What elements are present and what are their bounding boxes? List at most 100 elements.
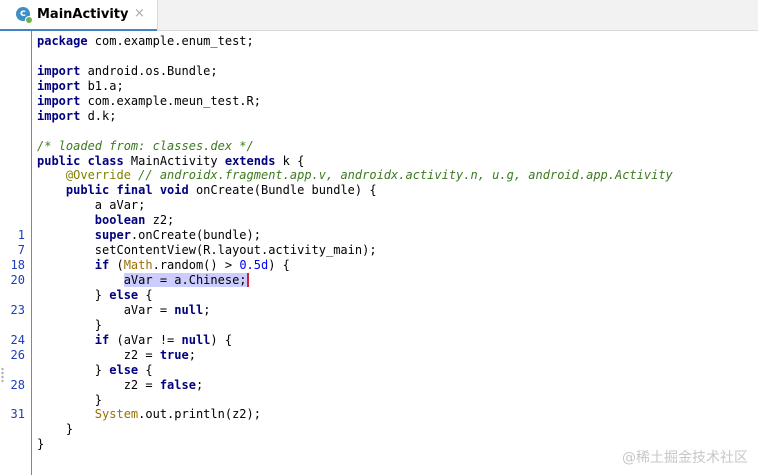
- code-token: {: [138, 287, 153, 302]
- code-line: }: [37, 422, 758, 437]
- code-line: 23 aVar = null;: [11, 302, 758, 318]
- code-number: 0.5d: [239, 258, 269, 273]
- code-token: ) {: [268, 258, 290, 273]
- code-token: }: [94, 362, 110, 377]
- code-line: import b1.a;: [37, 79, 758, 94]
- code-token: true: [159, 347, 189, 362]
- class-c-icon: c: [16, 7, 33, 24]
- code-annotation: @Override: [65, 168, 131, 183]
- code-token: null: [181, 332, 211, 347]
- line-number: 1: [17, 228, 25, 243]
- line-number: 18: [10, 258, 25, 273]
- code-token: .onCreate(bundle);: [130, 228, 261, 243]
- code-token: public final void: [65, 183, 189, 198]
- code-line: public class MainActivity extends k {: [37, 154, 758, 169]
- watermark: @稀土掘金技术社区: [622, 450, 748, 466]
- code-line: boolean z2;: [37, 213, 758, 228]
- code-token: onCreate(Bundle bundle) {: [188, 183, 377, 198]
- code-editor[interactable]: package com.example.enum_test; import an…: [11, 34, 758, 452]
- code-token: z2;: [145, 213, 175, 228]
- code-token: ;: [203, 302, 211, 317]
- code-token: import: [37, 93, 81, 108]
- code-token: if: [94, 332, 110, 347]
- code-line-selected: 20 aVar = a.Chinese;: [11, 273, 758, 288]
- code-line: }: [37, 318, 758, 333]
- line-number: 23: [10, 302, 25, 317]
- code-token: }: [65, 422, 74, 437]
- code-comment: /* loaded from: classes.dex */: [37, 138, 254, 153]
- code-token: package: [37, 34, 88, 48]
- gutter-divider: [31, 31, 32, 475]
- tab-main-activity[interactable]: c MainActivity ×: [0, 0, 158, 31]
- code-token: }: [94, 392, 103, 407]
- code-token: ) {: [210, 332, 233, 347]
- code-token: import: [37, 108, 81, 123]
- line-number: 26: [10, 347, 25, 362]
- code-line: import com.example.meun_test.R;: [37, 94, 758, 109]
- code-token: }: [37, 437, 45, 452]
- code-line: 24 if (aVar != null) {: [11, 332, 758, 348]
- code-line: import android.os.Bundle;: [37, 64, 758, 79]
- code-token: {: [138, 362, 153, 377]
- code-line: 28 z2 = false;: [11, 377, 758, 393]
- code-token: setContentView(R.layout.activity_main);: [94, 243, 377, 258]
- tab-title: MainActivity: [37, 7, 129, 22]
- code-token: if: [94, 258, 110, 273]
- code-token: com.example.meun_test.R;: [80, 93, 261, 108]
- code-line: 31 System.out.println(z2);: [11, 407, 758, 422]
- code-token: import: [37, 63, 81, 78]
- code-token: }: [94, 317, 103, 332]
- code-token: z2 =: [123, 377, 160, 392]
- code-line: public final void onCreate(Bundle bundle…: [37, 183, 758, 198]
- code-selection: aVar = a.Chinese;: [123, 273, 247, 287]
- code-token: .out.println(z2);: [138, 407, 261, 422]
- code-token: z2 =: [123, 347, 160, 362]
- line-number: 20: [10, 273, 25, 287]
- editor-tab-bar: c MainActivity ×: [0, 0, 758, 31]
- code-token: (aVar !=: [109, 332, 182, 347]
- code-token: com.example.enum_test;: [87, 34, 254, 48]
- code-line: 26 z2 = true;: [11, 347, 758, 363]
- code-token: boolean: [94, 213, 146, 228]
- code-class-ref: System: [94, 407, 139, 422]
- code-line: import d.k;: [37, 109, 758, 124]
- code-line: a aVar;: [37, 198, 758, 213]
- code-line: package com.example.enum_test;: [37, 34, 758, 49]
- close-icon[interactable]: ×: [134, 6, 145, 21]
- code-line: }: [37, 393, 758, 408]
- code-token: else: [109, 362, 139, 377]
- code-token: (: [109, 258, 124, 273]
- code-line: 18 if (Math.random() > 0.5d) {: [11, 258, 758, 273]
- code-line: 7 setContentView(R.layout.activity_main)…: [18, 243, 758, 258]
- code-token: MainActivity: [123, 153, 225, 168]
- line-number: 31: [10, 407, 25, 422]
- code-token: ;: [195, 377, 204, 392]
- line-number: 24: [10, 332, 25, 347]
- code-token: aVar =: [123, 302, 175, 317]
- code-token: a aVar;: [94, 198, 146, 213]
- code-token: android.os.Bundle;: [80, 63, 218, 78]
- code-token: ;: [188, 347, 196, 362]
- code-token: .random() >: [152, 258, 240, 273]
- line-number: 28: [10, 377, 25, 392]
- code-class-ref: Math: [123, 258, 153, 273]
- code-token: super: [94, 228, 131, 243]
- code-comment: // androidx.fragment.app.v, androidx.act…: [130, 168, 673, 183]
- code-token: false: [159, 377, 196, 392]
- code-line: } else {: [37, 363, 758, 378]
- code-token: k {: [275, 153, 305, 168]
- code-token: import: [37, 78, 81, 93]
- code-token: }: [94, 287, 110, 302]
- code-line: @Override // androidx.fragment.app.v, an…: [37, 168, 758, 183]
- code-token: extends: [224, 153, 276, 168]
- code-token: null: [174, 302, 204, 317]
- code-line: /* loaded from: classes.dex */: [37, 139, 758, 154]
- line-number: 7: [17, 243, 25, 258]
- code-token: else: [109, 287, 139, 302]
- code-token: public class: [37, 153, 124, 168]
- text-caret: [246, 273, 249, 287]
- code-line: } else {: [37, 288, 758, 303]
- code-line: 1 super.onCreate(bundle);: [18, 228, 758, 243]
